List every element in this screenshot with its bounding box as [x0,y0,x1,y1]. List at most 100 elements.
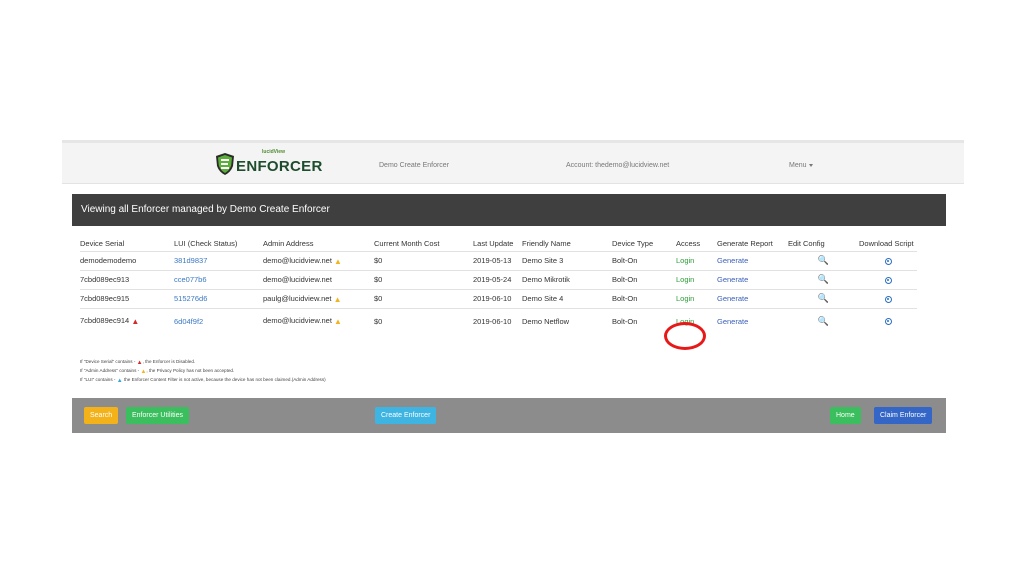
enforcer-logo[interactable]: lucidView ENFORCER [215,149,323,177]
device-type: Bolt-On [612,288,676,308]
legend-disabled-prefix: If "Device Serial" contains - [80,359,137,364]
search-button[interactable]: Search [84,407,119,424]
search-icon[interactable]: 🔍 [818,316,829,326]
download-circle-icon[interactable] [884,318,892,326]
device-serial: 7cbd089ec914 ▲ [80,307,174,334]
legend-unclaimed: If "LUI" contains - ▲ the Enforcer Conte… [80,376,326,385]
col-admin-address: Admin Address [263,238,314,248]
lui-link[interactable]: cce077b6 [174,269,263,289]
col-last-update: Last Update [473,238,514,248]
download-script-cell [859,307,917,334]
legend-privacy-prefix: If "Admin Address" contains - [80,368,141,373]
legend-privacy: If "Admin Address" contains - ▲, the Pri… [80,367,326,376]
table-row: 7cbd089ec915 515276d6 paulg@lucidview.ne… [80,288,917,308]
lui-link[interactable]: 381d9837 [174,250,263,270]
generate-report-link[interactable]: Generate [717,307,788,334]
status-legend: If "Device Serial" contains - ▲, the Enf… [80,358,326,385]
logo-wordmark-rest: NFORCER [246,157,323,175]
highlight-circle [664,322,706,350]
device-type: Bolt-On [612,250,676,270]
nav-account[interactable]: Account: thedemo@lucidview.net [566,162,669,169]
table-row: 7cbd089ec913 cce077b6 demo@lucidview.net… [80,269,917,289]
last-update: 2019-05-13 [473,250,522,270]
friendly-name: Demo Netflow [522,307,612,334]
nav-menu-dropdown[interactable]: Menu [789,162,813,169]
lui-link[interactable]: 6d04f9f2 [174,307,263,334]
col-lui: LUI (Check Status) [174,238,238,248]
month-cost: $0 [374,307,473,334]
generate-report-link[interactable]: Generate [717,269,788,289]
last-update: 2019-06-10 [473,307,522,334]
edit-config-cell: 🔍 [788,288,859,308]
logo-wordmark: ENFORCER [236,158,323,175]
download-script-cell [859,288,917,308]
friendly-name: Demo Mikrotik [522,269,612,289]
col-friendly-name: Friendly Name [522,238,571,248]
warning-triangle-icon: ▲ [131,317,140,327]
nav-menu-label: Menu [789,162,807,169]
legend-unclaimed-suffix: the Enforcer Content Filter is not activ… [122,377,326,382]
col-edit-config: Edit Config [788,238,825,248]
last-update: 2019-05-24 [473,269,522,289]
last-update: 2019-06-10 [473,288,522,308]
lui-link[interactable]: 515276d6 [174,288,263,308]
legend-unclaimed-prefix: If "LUI" contains - [80,377,117,382]
device-serial: 7cbd089ec915 [80,288,174,308]
device-type: Bolt-On [612,269,676,289]
legend-disabled: If "Device Serial" contains - ▲, the Enf… [80,358,326,367]
device-serial: 7cbd089ec913 [80,269,174,289]
col-generate-report: Generate Report [717,238,773,248]
admin-address: paulg@lucidview.net ▲ [263,288,374,308]
download-script-cell [859,269,917,289]
generate-report-link[interactable]: Generate [717,288,788,308]
warning-triangle-icon: ▲ [334,317,342,327]
table-header-row: Device Serial LUI (Check Status) Admin A… [80,236,917,251]
warning-triangle-icon: ▲ [334,256,342,266]
home-button[interactable]: Home [830,407,861,424]
logo-subtitle: lucidView [262,149,285,155]
month-cost: $0 [374,269,473,289]
search-icon[interactable]: 🔍 [818,293,829,303]
col-access: Access [676,238,701,248]
search-icon[interactable]: 🔍 [818,274,829,284]
col-download-script: Download Script [859,238,914,248]
device-serial-text: 7cbd089ec914 [80,316,130,326]
table-row: demodemodemo 381d9837 demo@lucidview.net… [80,250,917,270]
download-circle-icon[interactable] [884,276,892,284]
col-device-serial: Device Serial [80,238,125,248]
generate-report-link[interactable]: Generate [717,250,788,270]
download-circle-icon[interactable] [884,295,892,303]
edit-config-cell: 🔍 [788,307,859,334]
month-cost: $0 [374,250,473,270]
login-link[interactable]: Login [676,288,717,308]
admin-address-text: paulg@lucidview.net [263,293,332,303]
search-icon[interactable]: 🔍 [818,255,829,265]
login-link[interactable]: Login [676,250,717,270]
create-enforcer-button[interactable]: Create Enforcer [375,407,437,424]
logo-wordmark-initial: E [236,157,247,175]
legend-privacy-suffix: , the Privacy Policy has not been accept… [146,368,235,373]
login-link[interactable]: Login [676,269,717,289]
shield-icon [216,153,234,175]
admin-address: demo@lucidview.net ▲ [263,250,374,270]
edit-config-cell: 🔍 [788,269,859,289]
caret-down-icon [808,163,813,167]
table-row: 7cbd089ec914 ▲ 6d04f9f2 demo@lucidview.n… [80,307,917,334]
enforcer-utilities-button[interactable]: Enforcer Utilities [126,407,189,424]
edit-config-cell: 🔍 [788,250,859,270]
warning-triangle-icon: ▲ [333,294,342,304]
col-device-type: Device Type [612,238,654,248]
admin-address-text: demo@lucidview.net [263,316,332,326]
download-circle-icon[interactable] [884,257,892,265]
download-script-cell [859,250,917,270]
admin-address: demo@lucidview.net [263,269,374,289]
enforcer-table: Device Serial LUI (Check Status) Admin A… [80,236,917,334]
nav-enforcer-title[interactable]: Demo Create Enforcer [379,162,449,169]
panel-heading: Viewing all Enforcer managed by Demo Cre… [72,194,946,226]
top-navbar: lucidView ENFORCER Demo Create Enforcer … [62,140,964,184]
device-serial: demodemodemo [80,250,174,270]
claim-enforcer-button[interactable]: Claim Enforcer [874,407,933,424]
friendly-name: Demo Site 3 [522,250,612,270]
friendly-name: Demo Site 4 [522,288,612,308]
month-cost: $0 [374,288,473,308]
